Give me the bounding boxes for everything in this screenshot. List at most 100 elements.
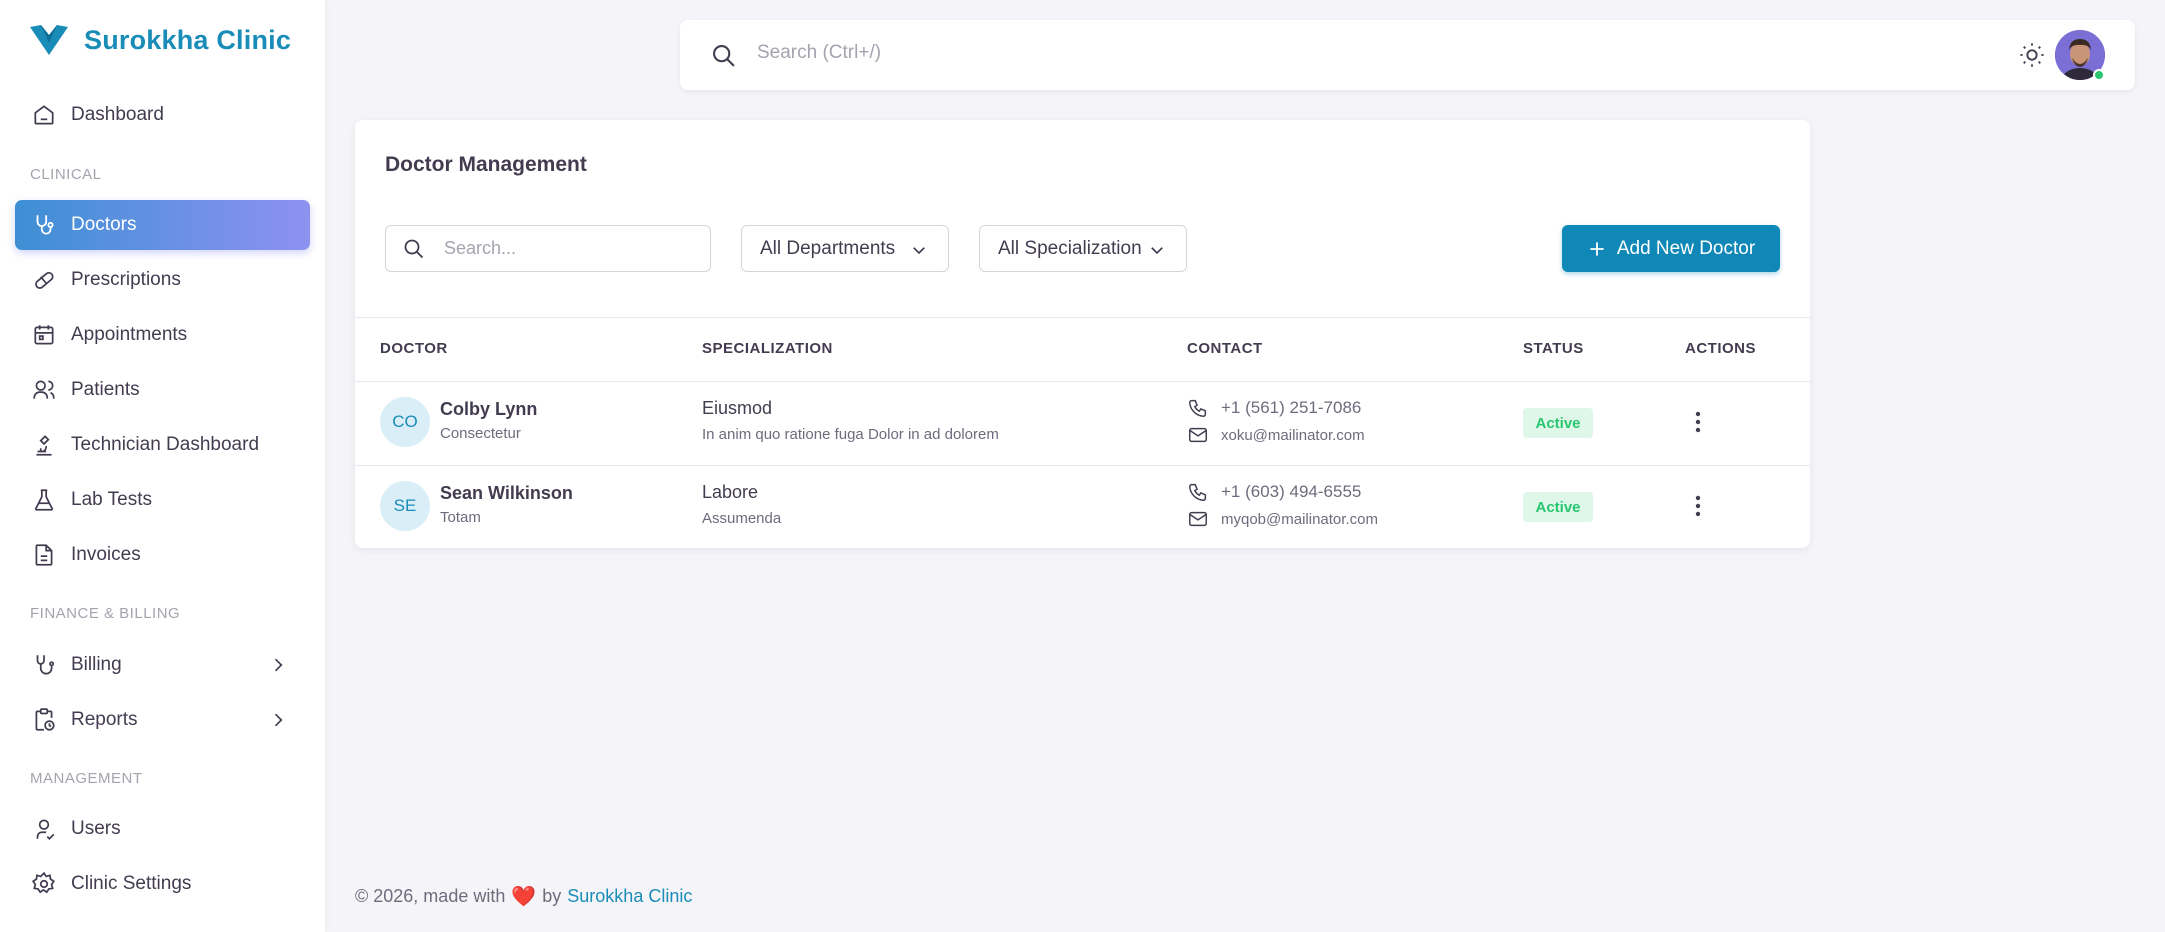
doctor-initials-avatar: SE — [380, 481, 430, 531]
specialization-description: Assumenda — [702, 510, 782, 527]
sidebar-item-label: Reports — [71, 709, 138, 730]
sidebar-item-label: Dashboard — [71, 104, 164, 125]
doctor-name[interactable]: Sean Wilkinson — [440, 483, 573, 504]
more-actions-icon[interactable] — [1688, 492, 1708, 520]
sidebar-item-patients[interactable]: Patients — [15, 365, 310, 415]
more-actions-icon[interactable] — [1688, 408, 1708, 436]
chevron-down-icon — [913, 247, 925, 255]
heart-icon: ❤️ — [511, 886, 537, 908]
department-select-value: All Departments — [760, 237, 896, 259]
section-finance-billing: FINANCE & BILLING — [30, 605, 181, 622]
table-top-divider — [355, 317, 1810, 318]
phone-text: +1 (561) 251-7086 — [1221, 398, 1362, 417]
sidebar: Surokkha Clinic Dashboard CLINICAL Docto… — [0, 0, 325, 932]
chevron-right-icon — [274, 713, 283, 727]
sidebar-item-doctors[interactable]: Doctors — [15, 200, 310, 250]
email-text: xoku@mailinator.com — [1221, 426, 1365, 444]
specialization-name: Eiusmod — [702, 398, 773, 418]
doctor-subtitle: Totam — [440, 509, 481, 526]
sidebar-item-technician-dashboard[interactable]: Technician Dashboard — [15, 420, 310, 470]
plus-icon — [1590, 241, 1604, 256]
specialization-description: In anim quo ratione fuga Dolor in ad dol… — [702, 426, 999, 443]
sidebar-item-clinic-settings[interactable]: Clinic Settings — [15, 859, 310, 909]
email-text: myqob@mailinator.com — [1221, 510, 1378, 528]
column-header-doctor[interactable]: DOCTOR — [380, 340, 448, 357]
doctor-phone: +1 (561) 251-7086 — [1187, 397, 1361, 419]
doctor-email: xoku@mailinator.com — [1187, 424, 1365, 446]
status-badge: Active — [1523, 408, 1593, 438]
column-header-status[interactable]: STATUS — [1523, 340, 1584, 357]
users-icon — [33, 380, 55, 399]
specialization-select[interactable]: All Specialization — [979, 225, 1187, 272]
sidebar-item-label: Clinic Settings — [71, 873, 192, 894]
sidebar-item-label: Billing — [71, 654, 122, 675]
specialization-select-value: All Specialization — [998, 237, 1142, 259]
footer: © 2026, made with ❤️ by Surokkha Clinic — [355, 884, 692, 909]
online-status-dot — [2093, 69, 2105, 81]
phone-icon — [1189, 483, 1207, 501]
sidebar-item-label: Appointments — [71, 324, 188, 345]
sidebar-item-appointments[interactable]: Appointments — [15, 310, 310, 360]
mail-icon — [1189, 427, 1207, 443]
sidebar-item-billing[interactable]: Billing — [15, 640, 310, 690]
doctor-phone: +1 (603) 494-6555 — [1187, 481, 1361, 503]
sidebar-item-users[interactable]: Users — [15, 804, 310, 854]
sidebar-item-label: Technician Dashboard — [71, 434, 260, 455]
sidebar-item-reports[interactable]: Reports — [15, 695, 310, 745]
add-new-doctor-button[interactable]: Add New Doctor — [1562, 225, 1780, 272]
column-header-specialization[interactable]: SPECIALIZATION — [702, 340, 833, 357]
flask-icon — [34, 489, 54, 511]
chevron-right-icon — [274, 658, 283, 672]
sidebar-item-label: Patients — [71, 379, 140, 400]
section-management: MANAGEMENT — [30, 770, 143, 787]
global-search-input[interactable]: Search (Ctrl+/) — [757, 42, 881, 64]
brand[interactable]: Surokkha Clinic — [28, 22, 291, 58]
doctor-search-input[interactable]: Search... — [385, 225, 711, 272]
brand-name: Surokkha Clinic — [84, 24, 292, 55]
column-header-contact[interactable]: CONTACT — [1187, 340, 1263, 357]
user-icon — [36, 819, 55, 840]
stethoscope-icon — [36, 215, 54, 235]
search-icon — [404, 239, 424, 259]
sidebar-item-label: Users — [71, 818, 121, 839]
doctor-initials-avatar: CO — [380, 397, 430, 447]
microscope-icon — [36, 435, 52, 456]
footer-prefix: © 2026, made with — [355, 886, 506, 906]
add-new-doctor-label: Add New Doctor — [1616, 237, 1756, 259]
sidebar-item-invoices[interactable]: Invoices — [15, 530, 310, 580]
sidebar-item-label: Lab Tests — [71, 489, 152, 510]
sidebar-item-dashboard[interactable]: Dashboard — [15, 90, 310, 140]
specialization-name: Labore — [702, 482, 759, 502]
section-clinical: CLINICAL — [30, 166, 102, 183]
file-invoice-icon — [35, 544, 53, 566]
table-header-divider — [355, 381, 1810, 382]
footer-brand-link[interactable]: Surokkha Clinic — [567, 886, 692, 907]
sidebar-item-lab-tests[interactable]: Lab Tests — [15, 475, 310, 525]
billing-icon — [36, 655, 55, 675]
doctor-management-card: Doctor Management Search... All Departme… — [355, 120, 1810, 548]
row-divider — [355, 465, 1810, 466]
sidebar-item-label: Invoices — [71, 544, 141, 565]
mail-icon — [1189, 511, 1207, 527]
department-select[interactable]: All Departments — [741, 225, 949, 272]
doctor-email: myqob@mailinator.com — [1187, 508, 1378, 530]
heart-logo-icon — [30, 25, 68, 55]
doctor-name[interactable]: Colby Lynn — [440, 399, 537, 420]
sun-icon[interactable] — [2018, 41, 2046, 69]
doctor-subtitle: Consectetur — [440, 425, 521, 442]
pill-icon — [35, 271, 54, 289]
page-title: Doctor Management — [385, 153, 587, 176]
footer-by: by — [542, 886, 562, 906]
top-navbar: Search (Ctrl+/) — [680, 20, 2135, 90]
sidebar-item-prescriptions[interactable]: Prescriptions — [15, 255, 310, 305]
column-header-actions: ACTIONS — [1685, 340, 1756, 357]
sidebar-item-label: Prescriptions — [71, 269, 181, 290]
status-badge: Active — [1523, 492, 1593, 522]
report-icon — [35, 708, 55, 731]
gear-icon — [31, 871, 55, 894]
search-icon[interactable] — [710, 42, 738, 70]
chevron-down-icon — [1151, 247, 1163, 255]
search-placeholder: Search... — [444, 238, 517, 258]
phone-text: +1 (603) 494-6555 — [1221, 482, 1362, 501]
home-icon — [34, 105, 54, 125]
